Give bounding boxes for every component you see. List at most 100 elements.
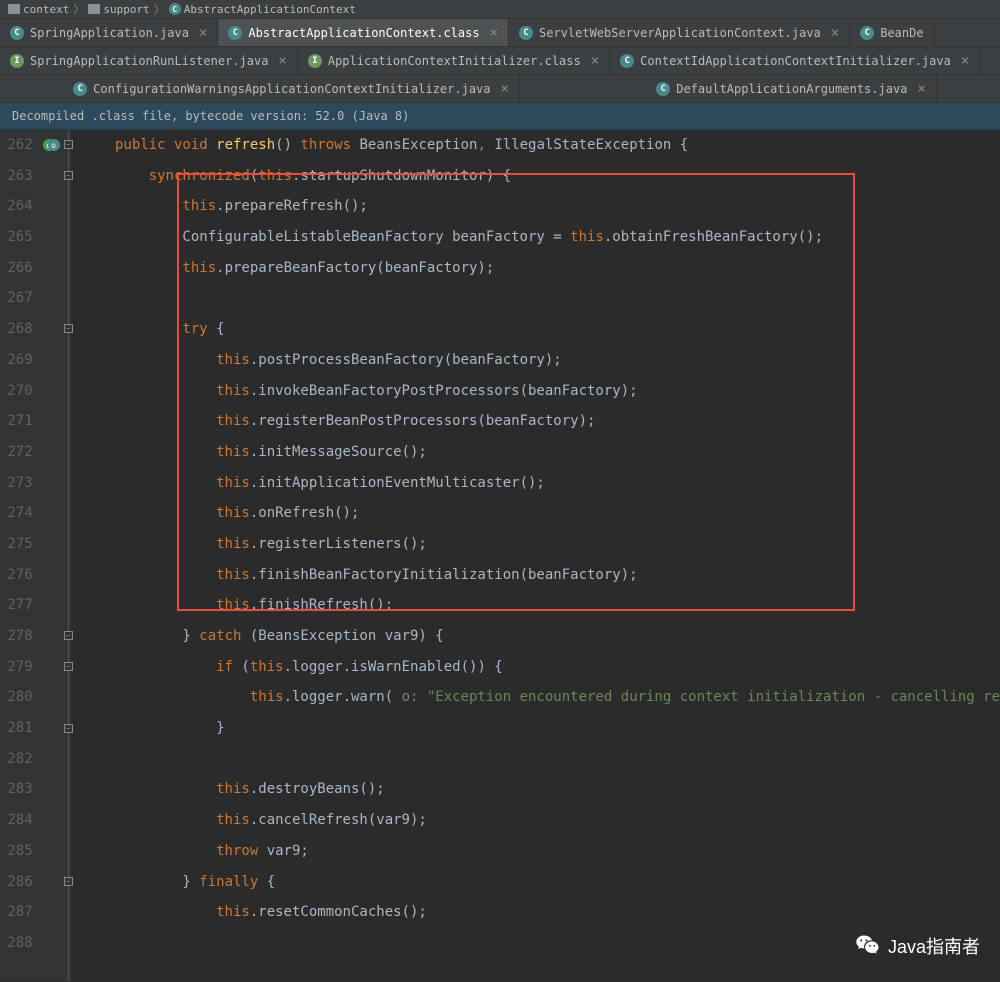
code-token (81, 597, 216, 613)
code-line[interactable]: } finally { (81, 867, 1000, 898)
code-line[interactable]: this.postProcessBeanFactory(beanFactory)… (81, 345, 1000, 376)
code-token: .initMessageSource(); (250, 444, 427, 460)
line-number: 263 (0, 161, 33, 192)
gutter-icons: o ↓ o ↓ (41, 130, 62, 981)
code-line[interactable]: this.registerBeanPostProcessors(beanFact… (81, 406, 1000, 437)
implements-icon[interactable]: o (48, 139, 60, 151)
code-token: .finishBeanFactoryInitialization(beanFac… (250, 567, 638, 583)
code-line[interactable] (81, 283, 1000, 314)
line-number: 266 (0, 253, 33, 284)
code-token: } (81, 720, 224, 736)
fold-column[interactable]: − − − − − − − (62, 130, 72, 981)
close-icon[interactable]: × (501, 81, 509, 97)
editor-tab[interactable]: SpringApplication.java× (0, 19, 218, 46)
line-number: 274 (0, 498, 33, 529)
code-token (81, 659, 216, 675)
editor-tab[interactable]: AbstractApplicationContext.class× (218, 19, 509, 46)
code-line[interactable]: this.destroyBeans(); (81, 774, 1000, 805)
breadcrumb-label: support (103, 3, 149, 16)
code-token: if (216, 659, 241, 675)
close-icon[interactable]: × (591, 53, 599, 69)
line-number: 280 (0, 682, 33, 713)
line-number: 282 (0, 744, 33, 775)
code-line[interactable]: this.cancelRefresh(var9); (81, 805, 1000, 836)
close-icon[interactable]: × (831, 25, 839, 41)
editor-tab[interactable]: ServletWebServerApplicationContext.java× (509, 19, 850, 46)
line-number: 276 (0, 560, 33, 591)
code-token: this (216, 505, 250, 521)
line-number: 270 (0, 376, 33, 407)
code-line[interactable]: this.initApplicationEventMulticaster(); (81, 468, 1000, 499)
code-token: .postProcessBeanFactory(beanFactory); (250, 352, 562, 368)
code-token: catch (199, 628, 250, 644)
breadcrumb-sep-icon: 〉 (154, 1, 165, 17)
editor-tab[interactable]: ApplicationContextInitializer.class× (298, 47, 610, 74)
code-token: this (216, 567, 250, 583)
breadcrumb-item[interactable]: C AbstractApplicationContext (169, 3, 356, 16)
code-token: refresh (216, 137, 275, 153)
code-line[interactable]: this.registerListeners(); (81, 529, 1000, 560)
code-token: .prepareRefresh(); (216, 198, 368, 214)
breadcrumb-sep-icon: 〉 (73, 1, 84, 17)
editor-tab[interactable]: SpringApplicationRunListener.java × (0, 47, 298, 74)
breadcrumb-label: AbstractApplicationContext (184, 3, 356, 16)
code-token: ConfigurableListableBeanFactory beanFact… (81, 229, 570, 245)
code-line[interactable]: this.prepareRefresh(); (81, 191, 1000, 222)
code-line[interactable]: this.invokeBeanFactoryPostProcessors(bea… (81, 376, 1000, 407)
code-line[interactable]: this.prepareBeanFactory(beanFactory); (81, 253, 1000, 284)
breadcrumb-item[interactable]: context (8, 3, 69, 16)
code-token (81, 843, 216, 859)
code-token: this (216, 444, 250, 460)
code-editor[interactable]: 2622632642652662672682692702712722732742… (0, 130, 1000, 981)
code-line[interactable]: public void refresh() throws BeansExcept… (81, 130, 1000, 161)
close-icon[interactable]: × (961, 53, 969, 69)
code-token: this (216, 352, 250, 368)
code-token: } (81, 874, 199, 890)
code-token (81, 812, 216, 828)
line-number: 284 (0, 805, 33, 836)
code-line[interactable]: } catch (BeansException var9) { (81, 621, 1000, 652)
interface-icon (308, 54, 322, 68)
editor-tab[interactable]: ContextIdApplicationContextInitializer.j… (610, 47, 980, 74)
code-line[interactable]: synchronized(this.startupShutdownMonitor… (81, 161, 1000, 192)
editor-tab[interactable]: ConfigurationWarningsApplicationContextI… (63, 75, 520, 102)
code-token (81, 413, 216, 429)
code-line[interactable]: this.onRefresh(); (81, 498, 1000, 529)
code-line[interactable]: } (81, 713, 1000, 744)
tab-label: SpringApplicationRunListener.java (30, 54, 268, 68)
code-token: public void (115, 137, 216, 153)
code-line[interactable]: ConfigurableListableBeanFactory beanFact… (81, 222, 1000, 253)
line-number: 269 (0, 345, 33, 376)
breadcrumb-label: context (23, 3, 69, 16)
code-line[interactable]: if (this.logger.isWarnEnabled()) { (81, 652, 1000, 683)
editor-tab[interactable]: BeanDe (850, 19, 934, 46)
code-token: this (216, 597, 250, 613)
close-icon[interactable]: × (278, 53, 286, 69)
code-line[interactable]: this.finishBeanFactoryInitialization(bea… (81, 560, 1000, 591)
code-token: .resetCommonCaches(); (250, 904, 427, 920)
code-line[interactable]: this.logger.warn( o: "Exception encounte… (81, 682, 1000, 713)
code-token: .invokeBeanFactoryPostProcessors(beanFac… (250, 383, 638, 399)
fold-guide-line (68, 130, 69, 981)
editor-tab[interactable]: DefaultApplicationArguments.java× (646, 75, 937, 102)
breadcrumb-item[interactable]: support (88, 3, 149, 16)
code-token: .onRefresh(); (250, 505, 360, 521)
code-token: try (182, 321, 216, 337)
code-line[interactable]: throw var9; (81, 836, 1000, 867)
wechat-icon (854, 932, 882, 960)
code-area[interactable]: public void refresh() throws BeansExcept… (71, 130, 1000, 981)
class-icon (656, 82, 670, 96)
close-icon[interactable]: × (490, 25, 498, 41)
code-line[interactable] (81, 744, 1000, 775)
close-icon[interactable]: × (199, 25, 207, 41)
code-line[interactable]: this.initMessageSource(); (81, 437, 1000, 468)
code-token: this (216, 536, 250, 552)
decompile-info-bar: Decompiled .class file, bytecode version… (0, 103, 1000, 130)
code-line[interactable]: this.resetCommonCaches(); (81, 897, 1000, 928)
close-icon[interactable]: × (917, 81, 925, 97)
code-line[interactable]: this.finishRefresh(); (81, 590, 1000, 621)
code-token: .finishRefresh(); (250, 597, 393, 613)
code-line[interactable]: try { (81, 314, 1000, 345)
code-token: var9; (267, 843, 309, 859)
tab-row-1: SpringApplication.java×AbstractApplicati… (0, 19, 1000, 47)
